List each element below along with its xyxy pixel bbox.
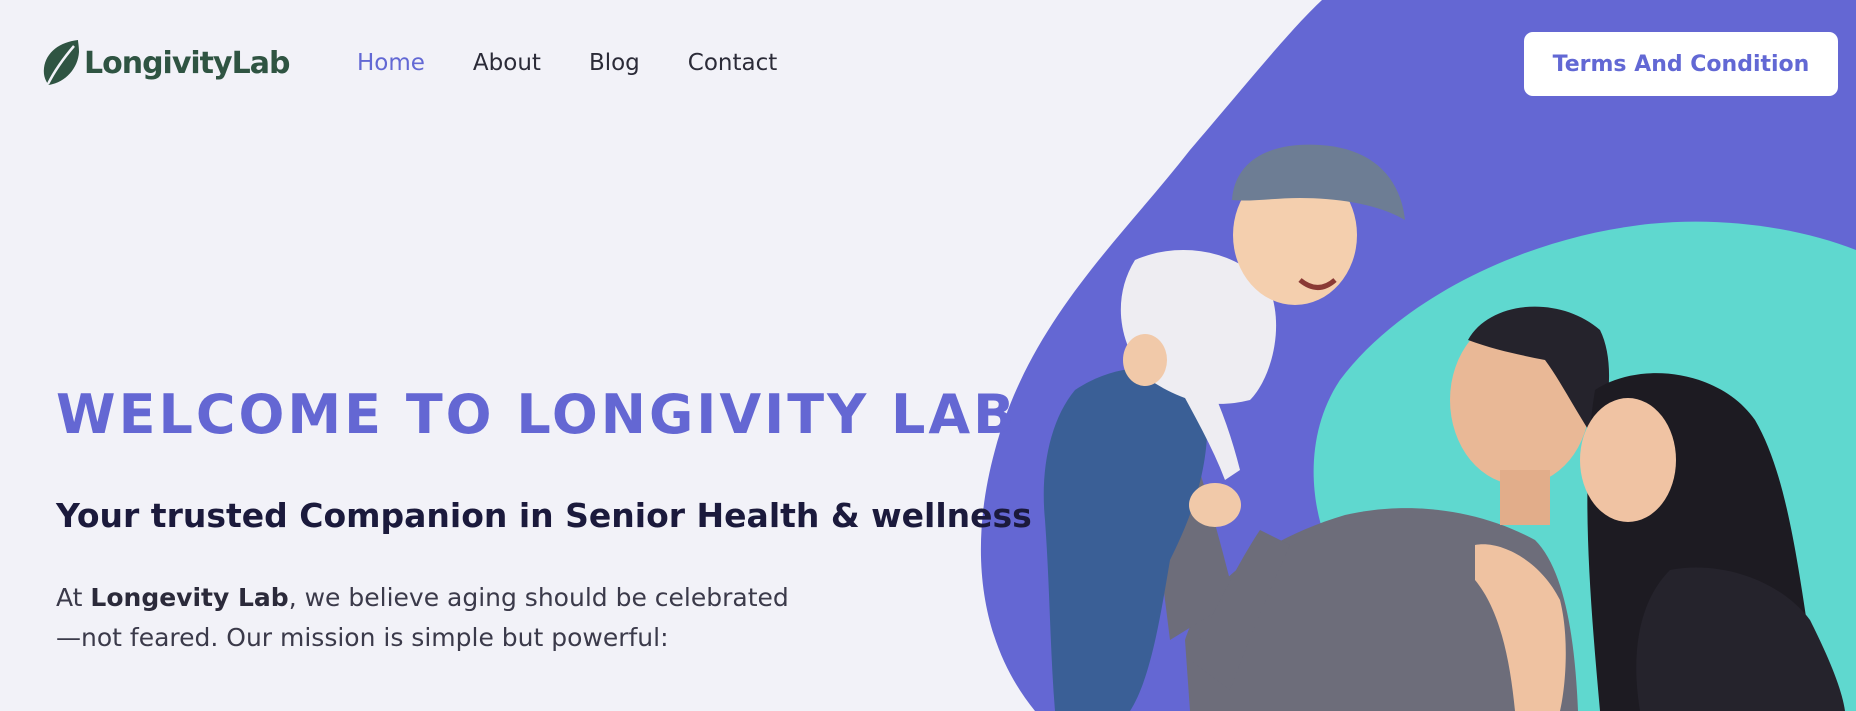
hero-subtitle: Your trusted Companion in Senior Health … (56, 496, 1032, 535)
hero-title: WELCOME TO LONGIVITY LAB (56, 383, 1018, 446)
main-nav: Home About Blog Contact (357, 50, 777, 76)
hero-section: WELCOME TO LONGIVITY LAB Your trusted Co… (56, 380, 1032, 658)
nav-link-about[interactable]: About (473, 50, 541, 76)
leaf-icon (43, 40, 79, 85)
brand-name: LongivityLab (84, 45, 290, 81)
nav-link-contact[interactable]: Contact (688, 50, 777, 76)
hero-body-prefix: At (56, 583, 91, 612)
hero-body-line2: —not feared. Our mission is simple but p… (56, 623, 669, 652)
nav-link-home[interactable]: Home (357, 50, 425, 76)
hero-body-line1: , we believe aging should be celebrated (288, 583, 789, 612)
hero-intro-paragraph: At Longevity Lab, we believe aging shoul… (56, 578, 836, 658)
hero-body-brand: Longevity Lab (90, 583, 289, 612)
nav-link-blog[interactable]: Blog (589, 50, 640, 76)
terms-and-condition-button[interactable]: Terms And Condition (1524, 32, 1838, 96)
brand-logo[interactable]: LongivityLab (40, 38, 290, 88)
site-header: LongivityLab Home About Blog Contact Ter… (0, 0, 1856, 130)
